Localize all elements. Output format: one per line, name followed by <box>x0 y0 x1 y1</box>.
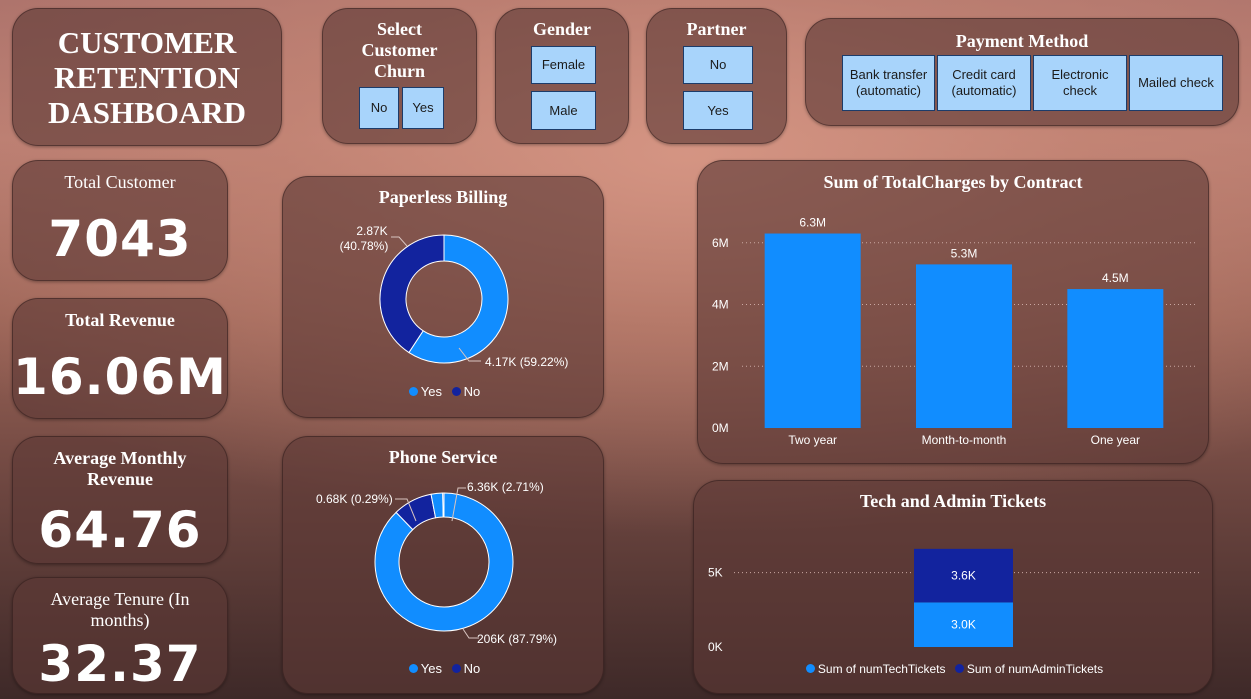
churn-option-no[interactable]: No <box>359 87 399 129</box>
donut-slice-no-small[interactable] <box>442 492 445 518</box>
data-label-no-main: 0.68K (0.29%) <box>316 492 393 506</box>
y-tick-label: 0K <box>708 640 723 654</box>
kpi-average-monthly-revenue: Average Monthly Revenue 64.76 <box>12 436 228 564</box>
donut-slice-no[interactable] <box>379 234 445 354</box>
gender-option-female[interactable]: Female <box>531 46 596 84</box>
bar[interactable] <box>916 264 1012 428</box>
phone-service-donut: 206K (87.79%) 0.68K (0.29%) 6.36K (2.71%… <box>316 480 557 646</box>
partner-slicer-title: Partner <box>686 19 747 39</box>
payment-option-mailed-check[interactable]: Mailed check <box>1129 55 1223 111</box>
kpi-value: 64.76 <box>38 501 202 559</box>
legend-label-no[interactable]: No <box>464 384 481 399</box>
legend-label-no[interactable]: No <box>464 661 481 676</box>
y-tick-label: 5K <box>708 566 723 580</box>
payment-method-title: Payment Method <box>955 31 1089 51</box>
payment-option-credit-card[interactable]: Credit card (automatic) <box>937 55 1031 111</box>
data-label-yes: 4.17K (59.22%) <box>485 355 568 369</box>
kpi-total-revenue: Total Revenue 16.06M <box>12 298 228 419</box>
partner-option-no[interactable]: No <box>683 46 753 84</box>
data-label-no-line1: 2.87K <box>356 224 387 238</box>
leader-line-no <box>391 236 408 247</box>
kpi-total-customer: Total Customer 7043 <box>12 160 228 281</box>
churn-option-yes[interactable]: Yes <box>402 87 444 129</box>
legend-label-tech[interactable]: Sum of numTechTickets <box>818 662 946 676</box>
chart-legend: Yes No <box>283 661 603 676</box>
data-label-yes-main: 206K (87.79%) <box>477 632 557 646</box>
y-tick-label: 6M <box>712 236 729 250</box>
gender-option-male[interactable]: Male <box>531 91 596 130</box>
y-tick-label: 2M <box>712 359 729 373</box>
legend-dot-no <box>451 664 461 673</box>
bar-value-label: 6.3M <box>799 216 826 230</box>
bar[interactable] <box>1067 289 1164 428</box>
data-label-yes-small: 6.36K (2.71%) <box>467 480 544 494</box>
legend-dot-no <box>451 387 461 396</box>
kpi-value: 7043 <box>48 210 192 268</box>
x-tick-label: Month-to-month <box>922 433 1007 447</box>
kpi-label: Average Tenure (In months) <box>50 589 190 630</box>
churn-slicer-title: Select Customer Churn <box>361 19 438 81</box>
bar-value-label: 5.3M <box>951 246 978 260</box>
kpi-label: Total Revenue <box>65 310 175 330</box>
kpi-average-tenure: Average Tenure (In months) 32.37 <box>12 577 228 694</box>
gender-slicer: Gender Female Male <box>495 8 629 144</box>
paperless-billing-donut: 4.17K (59.22%) 2.87K (40.78%) <box>340 224 569 369</box>
data-label-no-line2: (40.78%) <box>340 239 389 253</box>
y-tick-label: 4M <box>712 298 729 312</box>
dashboard-title: CUSTOMER RETENTION DASHBOARD <box>47 25 247 130</box>
payment-option-bank-transfer[interactable]: Bank transfer (automatic) <box>842 55 935 111</box>
chart-legend: Sum of numTechTickets Sum of numAdminTic… <box>694 662 1212 676</box>
kpi-label: Average Monthly Revenue <box>53 448 187 489</box>
legend-dot-yes <box>408 387 418 396</box>
churn-slicer: Select Customer Churn No Yes <box>322 8 477 144</box>
partner-option-yes[interactable]: Yes <box>683 91 753 130</box>
x-tick-label: Two year <box>788 433 837 447</box>
legend-dot-tech <box>805 664 815 673</box>
phone-service-chart: Phone Service 206K (87.79%) 0.68K (0.29%… <box>282 436 604 694</box>
partner-slicer: Partner No Yes <box>646 8 787 144</box>
kpi-value: 32.37 <box>38 635 202 693</box>
gender-slicer-title: Gender <box>533 19 591 39</box>
legend-label-yes[interactable]: Yes <box>421 384 442 399</box>
paperless-billing-chart: Paperless Billing 4.17K (59.22%) 2.87K (… <box>282 176 604 418</box>
chart-legend: Yes No <box>283 384 603 399</box>
legend-dot-yes <box>408 664 418 673</box>
stacked-bar-label: 3.0K <box>951 618 976 632</box>
tech-admin-tickets-chart: Tech and Admin Tickets 0K 5K 3.0K 3.6K Sum … <box>693 480 1213 694</box>
stacked-bar-label: 3.6K <box>951 569 976 583</box>
kpi-label: Total Customer <box>64 172 176 192</box>
legend-dot-admin <box>954 664 964 673</box>
bar-value-label: 4.5M <box>1102 271 1129 285</box>
bar[interactable] <box>764 233 861 428</box>
payment-method-slicer: Payment Method Bank transfer (automatic) … <box>805 18 1239 126</box>
bar-chart-plot: 0M 2M 4M 6M 6.3M Two year 5.3M Month-to-month 4.… <box>712 216 1196 447</box>
totalcharges-by-contract-chart: Sum of TotalCharges by Contract 0M 2M 4M 6M… <box>697 160 1209 464</box>
x-tick-label: One year <box>1091 433 1140 447</box>
dashboard-title-card: CUSTOMER RETENTION DASHBOARD <box>12 8 282 146</box>
payment-option-electronic-check[interactable]: Electronic check <box>1033 55 1127 111</box>
y-tick-label: 0M <box>712 421 729 435</box>
kpi-value: 16.06M <box>13 348 227 406</box>
legend-label-admin[interactable]: Sum of numAdminTickets <box>967 662 1103 676</box>
legend-label-yes[interactable]: Yes <box>421 661 442 676</box>
